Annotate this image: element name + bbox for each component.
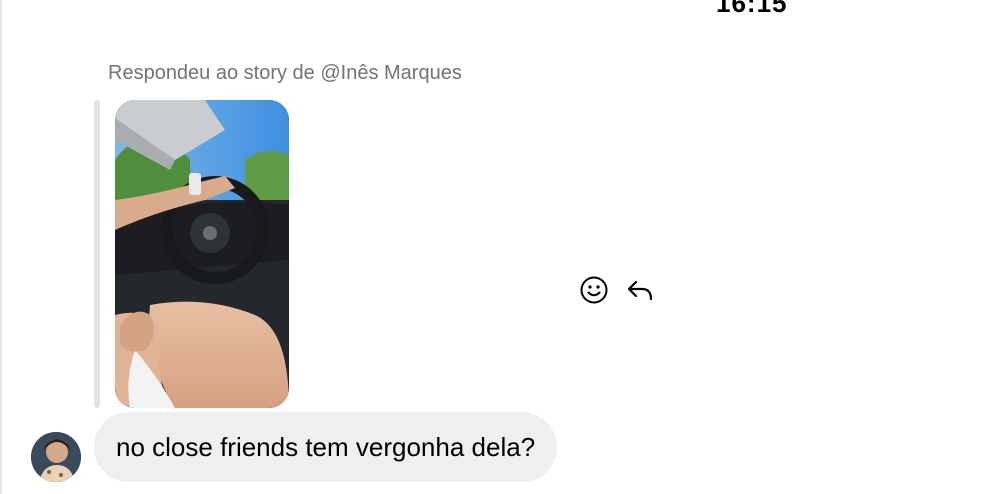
message-timestamp: 16:15 — [716, 0, 788, 18]
avatar[interactable] — [31, 432, 81, 482]
reply-indicator-bar — [94, 100, 100, 408]
message-text: no close friends tem vergonha dela? — [116, 431, 536, 462]
left-divider — [0, 0, 2, 494]
reply-arrow-icon — [627, 280, 653, 301]
message-bubble[interactable]: no close friends tem vergonha dela? — [94, 412, 558, 482]
reply-button[interactable] — [624, 274, 656, 306]
user-avatar-image — [31, 432, 81, 482]
message-actions — [578, 274, 656, 306]
story-car-image — [115, 100, 289, 408]
story-thumbnail[interactable] — [115, 100, 289, 408]
react-button[interactable] — [578, 274, 610, 306]
story-reply-label: Respondeu ao story de @Inês Marques — [108, 62, 462, 84]
smiley-face-icon — [580, 276, 608, 304]
